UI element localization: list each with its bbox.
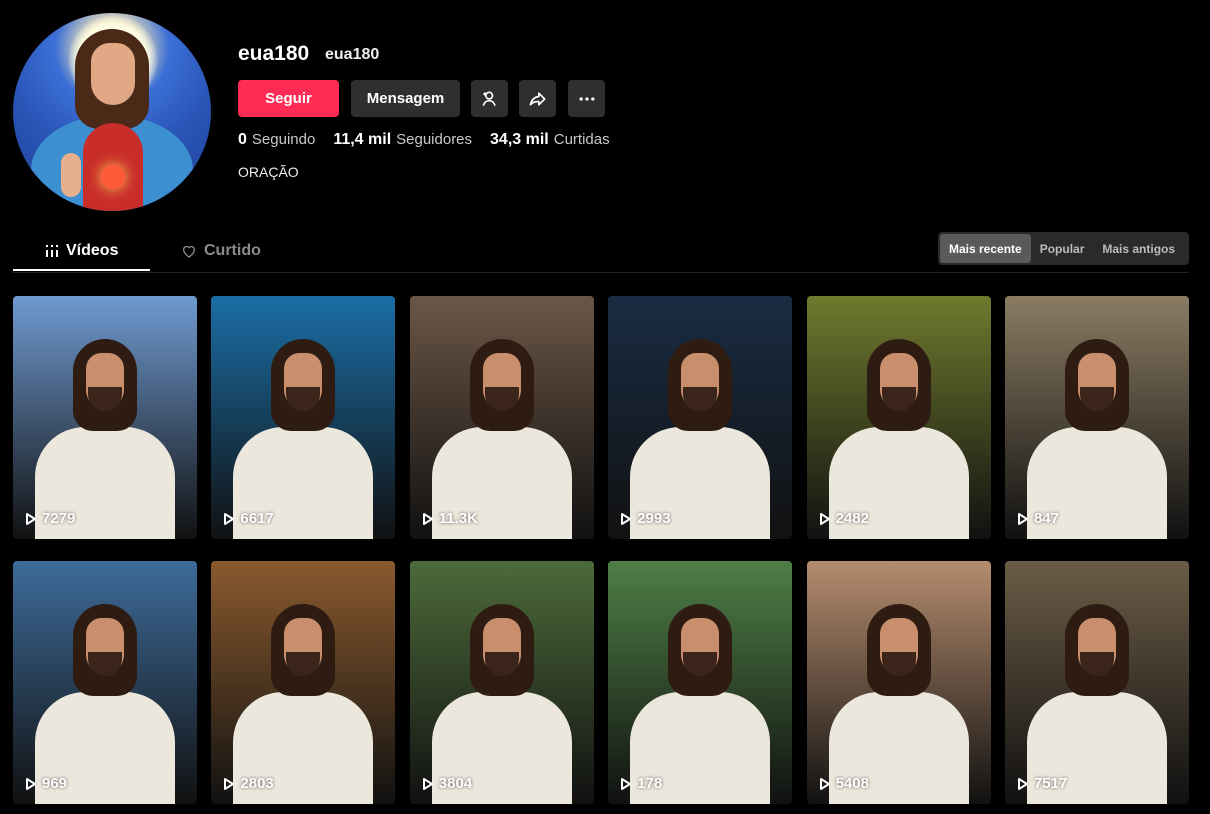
active-tab-indicator <box>13 269 150 271</box>
play-icon <box>621 512 632 525</box>
avatar-face <box>91 43 135 105</box>
view-count: 969 <box>25 775 67 792</box>
video-card[interactable]: 6617 <box>211 296 396 539</box>
sort-toggle: Mais recente Popular Mais antigos <box>938 232 1189 265</box>
sort-oldest[interactable]: Mais antigos <box>1093 234 1184 263</box>
video-thumbnail <box>1022 339 1172 539</box>
username: eua180 <box>238 42 310 65</box>
video-thumbnail <box>30 339 180 539</box>
view-count-value: 5408 <box>835 775 869 792</box>
stat-likes: 34,3 mil Curtidas <box>490 131 610 149</box>
video-thumbnail <box>427 339 577 539</box>
followers-count: 11,4 mil <box>333 131 392 148</box>
share-button[interactable] <box>519 80 556 117</box>
view-count-value: 7279 <box>42 510 76 527</box>
play-icon <box>1017 777 1028 790</box>
view-count: 7517 <box>1017 775 1067 792</box>
more-button[interactable] <box>568 80 605 117</box>
share-icon <box>529 91 545 106</box>
video-thumbnail <box>228 339 378 539</box>
video-card[interactable]: 11.3K <box>409 296 594 539</box>
stat-followers[interactable]: 11,4 mil Seguidores <box>333 131 472 149</box>
add-user-icon <box>482 91 496 106</box>
view-count-value: 847 <box>1033 510 1059 527</box>
video-card[interactable]: 3804 <box>409 561 594 804</box>
play-icon <box>224 777 235 790</box>
video-card[interactable]: 178 <box>608 561 793 804</box>
avatar-hand <box>61 153 81 197</box>
followers-label: Seguidores <box>396 131 473 148</box>
play-icon <box>26 777 36 790</box>
video-card[interactable]: 2803 <box>211 561 396 804</box>
video-card[interactable]: 7279 <box>13 296 197 539</box>
view-count: 11.3K <box>422 510 478 527</box>
tab-videos-label: Vídeos <box>66 242 119 259</box>
profile-stats: 0 Seguindo 11,4 mil Seguidores 34,3 mil Cur… <box>238 131 610 149</box>
video-thumbnail <box>1022 604 1172 804</box>
view-count: 2803 <box>223 775 274 792</box>
view-count-value: 969 <box>42 775 68 792</box>
following-count: 0 <box>238 131 247 148</box>
view-count: 2482 <box>819 510 869 527</box>
view-count: 5408 <box>819 775 869 792</box>
sort-latest[interactable]: Mais recente <box>940 234 1031 263</box>
play-icon <box>26 512 36 525</box>
video-thumbnail <box>625 339 775 539</box>
play-icon <box>621 777 632 790</box>
view-count: 7279 <box>25 510 75 527</box>
view-count: 178 <box>620 775 662 792</box>
heart-icon <box>183 245 195 258</box>
view-count: 6617 <box>223 510 274 527</box>
tab-videos[interactable]: Vídeos <box>45 232 118 270</box>
likes-count: 34,3 mil <box>490 131 549 148</box>
follow-button[interactable]: Seguir <box>238 80 339 117</box>
add-friend-button[interactable] <box>471 80 508 117</box>
more-icon <box>579 96 594 101</box>
video-card[interactable]: 847 <box>1004 296 1189 539</box>
view-count: 2993 <box>620 510 671 527</box>
video-thumbnail <box>427 604 577 804</box>
video-thumbnail <box>228 604 378 804</box>
view-count: 3804 <box>422 775 472 792</box>
bio: ORAÇÃO <box>238 164 299 180</box>
view-count-value: 3804 <box>438 775 473 792</box>
avatar-heart <box>101 165 125 189</box>
nickname: eua180 <box>325 46 380 63</box>
view-count-value: 11.3K <box>438 510 478 527</box>
video-thumbnail <box>30 604 180 804</box>
message-button[interactable]: Mensagem <box>351 80 460 117</box>
view-count-value: 2803 <box>240 775 274 792</box>
view-count: 847 <box>1017 510 1059 527</box>
play-icon <box>422 777 433 790</box>
play-icon <box>819 512 830 525</box>
avatar[interactable] <box>13 13 211 211</box>
sort-popular[interactable]: Popular <box>1031 234 1094 263</box>
tab-liked[interactable]: Curtido <box>181 232 261 270</box>
video-card[interactable]: 7517 <box>1004 561 1189 804</box>
video-thumbnail <box>824 604 974 804</box>
following-label: Seguindo <box>251 131 316 148</box>
video-grid: 7279 6617 11.3K 2993 2482 847 969 2803 3… <box>13 296 1189 804</box>
tab-liked-label: Curtido <box>204 242 261 259</box>
view-count-value: 7517 <box>1033 775 1068 792</box>
video-card[interactable]: 2482 <box>806 296 991 539</box>
play-icon <box>224 512 235 525</box>
view-count-value: 178 <box>637 775 663 792</box>
play-icon <box>1017 512 1028 525</box>
video-card[interactable]: 5408 <box>806 561 991 804</box>
view-count-value: 2482 <box>835 510 869 527</box>
video-thumbnail <box>824 339 974 539</box>
stat-following[interactable]: 0 Seguindo <box>238 131 315 149</box>
video-card[interactable]: 2993 <box>608 296 793 539</box>
video-thumbnail <box>625 604 775 804</box>
likes-label: Curtidas <box>553 131 610 148</box>
video-card[interactable]: 969 <box>13 561 197 804</box>
view-count-value: 2993 <box>637 510 671 527</box>
view-count-value: 6617 <box>240 510 274 527</box>
grid-icon <box>46 245 58 257</box>
play-icon <box>422 512 433 525</box>
play-icon <box>819 777 830 790</box>
